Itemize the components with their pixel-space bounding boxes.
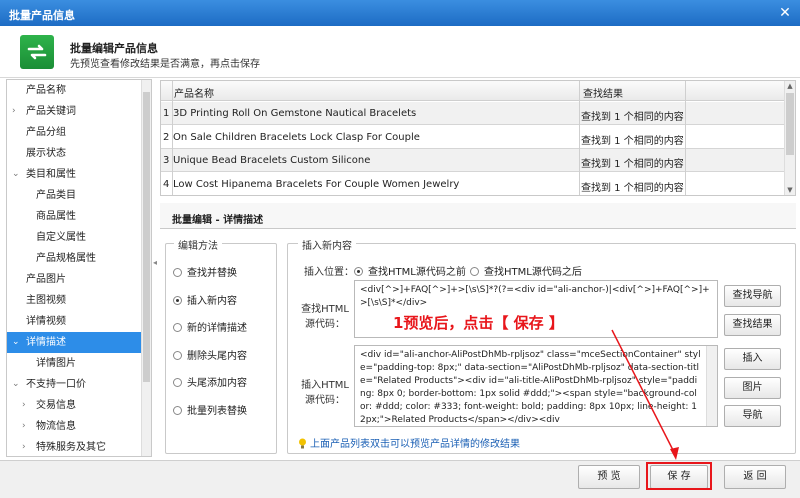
annotation-arrow: [611, 329, 679, 460]
preview-button[interactable]: 预 览: [578, 465, 640, 489]
back-button[interactable]: 返 回: [724, 465, 786, 489]
save-highlight-box: [646, 462, 712, 490]
